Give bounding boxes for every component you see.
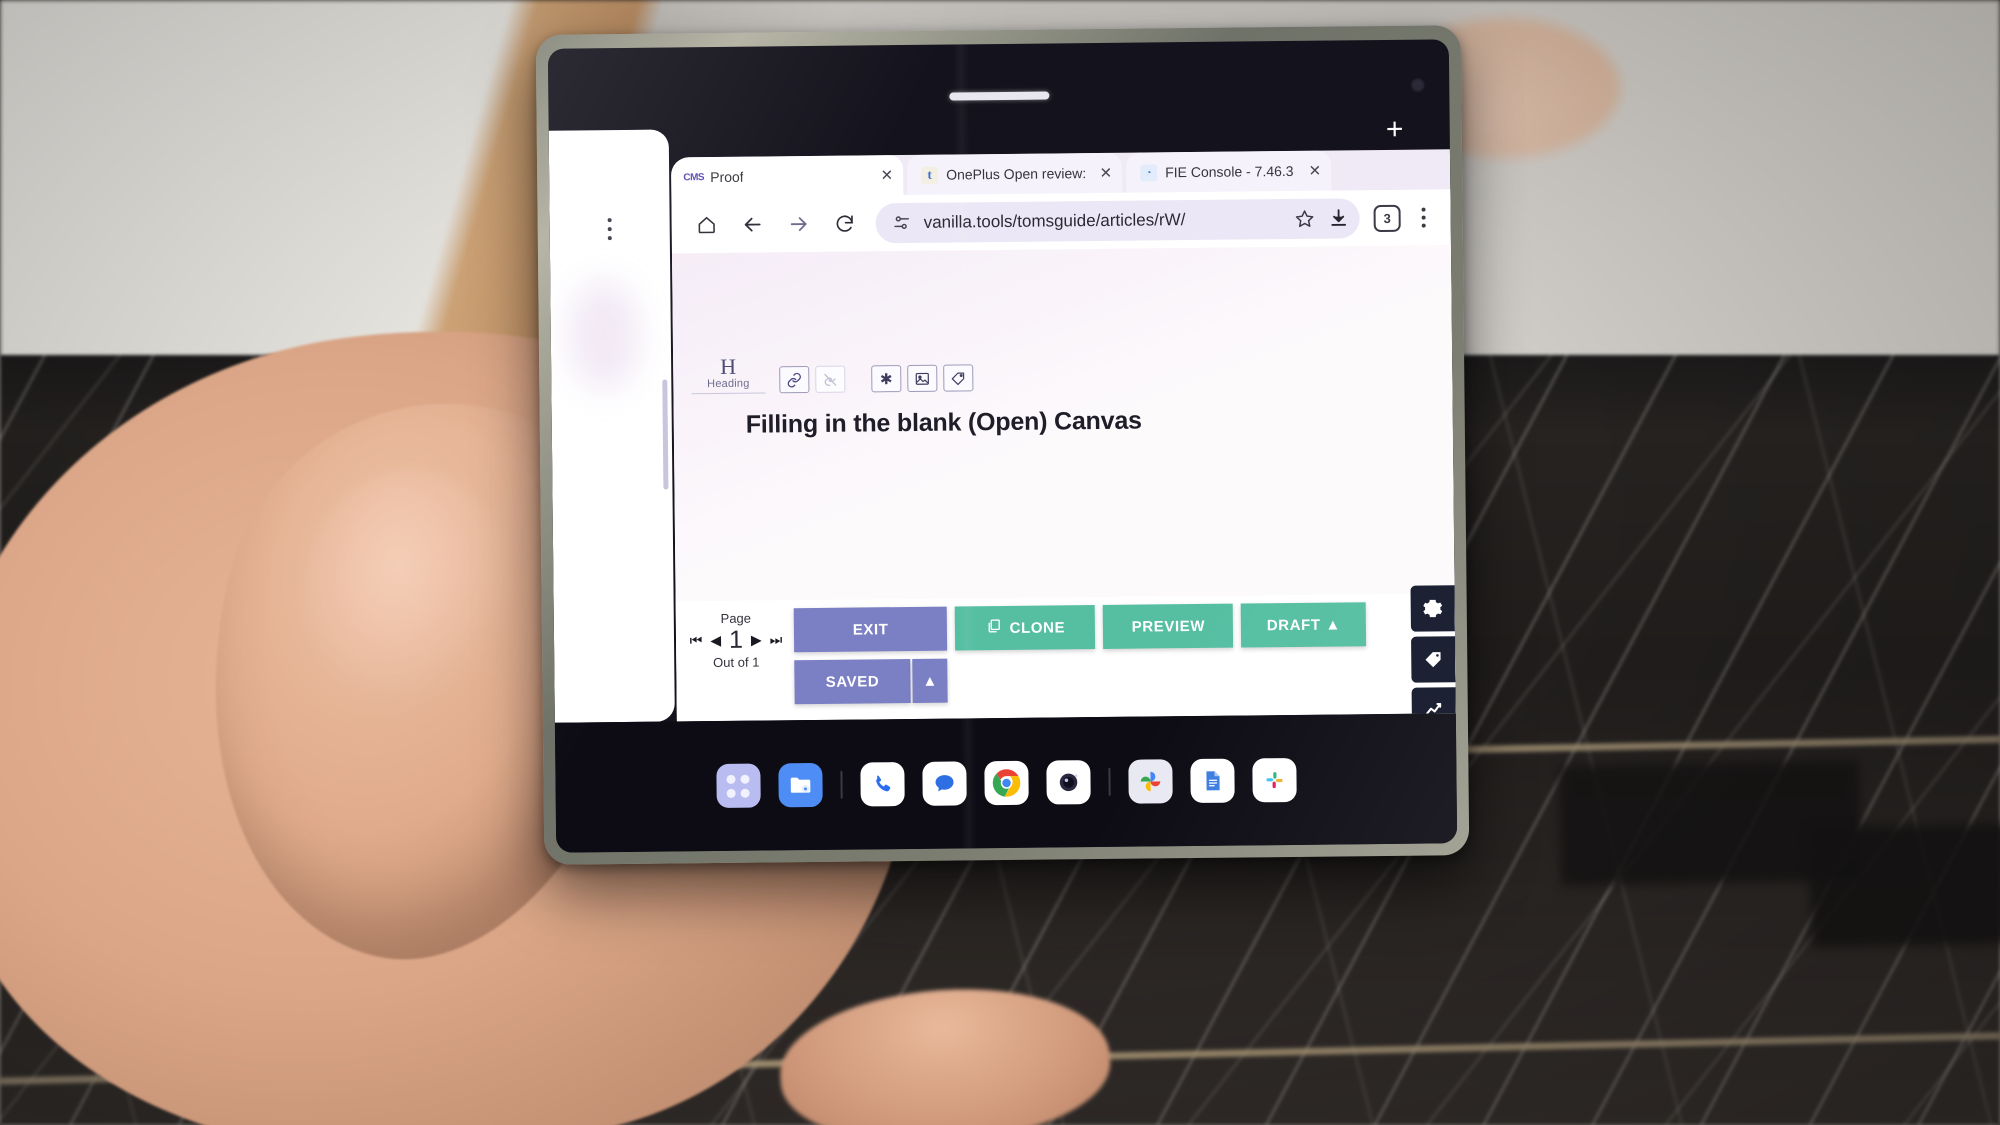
tag-icon[interactable] xyxy=(943,364,974,392)
split-screen-left-app[interactable] xyxy=(548,129,675,723)
front-camera-hole xyxy=(1410,77,1426,93)
page-navigator: Page ⏮ ◀ 1 ▶ ⏭ Out of 1 xyxy=(686,608,787,670)
taskbar-separator xyxy=(1107,767,1111,796)
fie-console-icon: ◔ xyxy=(1140,163,1158,182)
current-page-number[interactable]: 1 xyxy=(729,626,743,655)
tag-icon[interactable] xyxy=(1411,636,1456,683)
cms-icon: CMS xyxy=(683,171,705,183)
permissions-icon[interactable] xyxy=(892,213,912,233)
heading-label: Heading xyxy=(707,377,750,391)
heading-block-toolbar: H Heading ✱ xyxy=(691,352,974,395)
browser-menu-icon[interactable] xyxy=(1409,207,1439,228)
camera-icon[interactable] xyxy=(1045,760,1091,805)
url-text[interactable]: vanilla.tools/tomsguide/articles/rW/ xyxy=(924,209,1282,233)
heading-tool-group-insert: ✱ xyxy=(871,364,974,393)
page-total: Out of 1 xyxy=(713,654,760,671)
photos-icon[interactable] xyxy=(1127,759,1173,804)
close-icon[interactable]: ✕ xyxy=(1302,162,1321,180)
image-icon[interactable] xyxy=(907,364,938,393)
preview-button[interactable]: PREVIEW xyxy=(1103,603,1234,649)
app-drawer-icon[interactable] xyxy=(715,763,761,809)
cms-editor-page: H Heading ✱ Filling in the blank (Open) … xyxy=(671,245,1456,722)
phone-screen: + CMS Proof ✕ t OnePlus Open review: A ✕… xyxy=(547,39,1458,853)
settings-gear-icon[interactable] xyxy=(1410,585,1455,632)
star-icon[interactable] xyxy=(1294,208,1316,230)
files-icon[interactable] xyxy=(777,762,823,808)
reload-icon[interactable] xyxy=(821,200,867,246)
exit-save-column: EXIT SAVED ▲ xyxy=(793,606,949,705)
editor-action-bar: Page ⏮ ◀ 1 ▶ ⏭ Out of 1 EXIT SAVED ▲ CLO… xyxy=(675,593,1456,722)
editor-side-panel xyxy=(1410,585,1456,722)
foldable-phone: + CMS Proof ✕ t OnePlus Open review: A ✕… xyxy=(535,25,1470,865)
asterisk-icon[interactable]: ✱ xyxy=(871,365,902,393)
tab-title: Proof xyxy=(710,168,744,186)
chrome-icon[interactable] xyxy=(983,760,1029,806)
tab-oneplus-open-review[interactable]: t OnePlus Open review: A ✕ xyxy=(906,152,1123,195)
next-page-icon[interactable]: ▶ xyxy=(751,632,762,649)
draft-button[interactable]: DRAFT ▲ xyxy=(1241,602,1367,648)
left-app-background-tint xyxy=(568,279,640,391)
last-page-icon[interactable]: ⏭ xyxy=(770,631,783,648)
new-tab-button[interactable]: + xyxy=(1380,113,1410,146)
window-drag-handle[interactable] xyxy=(948,91,1049,101)
tab-title: OnePlus Open review: A xyxy=(946,165,1086,183)
first-page-icon[interactable]: ⏮ xyxy=(690,632,703,649)
copy-icon xyxy=(986,618,1002,638)
close-icon[interactable]: ✕ xyxy=(874,166,894,184)
tab-count-badge[interactable]: 3 xyxy=(1373,204,1401,232)
block-type-heading[interactable]: H Heading xyxy=(691,353,766,395)
tab-title: FIE Console - 7.46.3-1f9 xyxy=(1165,162,1295,181)
browser-toolbar: vanilla.tools/tomsguide/articles/rW/ 3 xyxy=(671,189,1451,254)
photo-scene: + CMS Proof ✕ t OnePlus Open review: A ✕… xyxy=(0,0,2000,1125)
messages-icon[interactable] xyxy=(921,761,967,806)
close-icon[interactable]: ✕ xyxy=(1093,164,1112,182)
chrome-browser-window: CMS Proof ✕ t OnePlus Open review: A ✕ ◔… xyxy=(670,149,1456,722)
article-headline[interactable]: Filling in the blank (Open) Canvas xyxy=(746,407,1142,440)
saved-caret-button[interactable]: ▲ xyxy=(912,658,949,703)
kebab-menu-icon[interactable] xyxy=(607,218,612,241)
tab-proof[interactable]: CMS Proof ✕ xyxy=(670,155,904,198)
heading-tool-group-link xyxy=(779,365,846,394)
heading-glyph: H xyxy=(720,353,737,379)
tomsguide-icon: t xyxy=(921,166,939,184)
back-arrow-icon[interactable] xyxy=(729,201,775,247)
home-icon[interactable] xyxy=(683,202,729,248)
taskbar-separator xyxy=(839,770,843,799)
link-icon[interactable] xyxy=(779,366,810,394)
clone-label: CLONE xyxy=(1009,618,1066,637)
docs-icon[interactable] xyxy=(1189,758,1235,804)
pager-label: Page xyxy=(720,610,752,626)
exit-button[interactable]: EXIT xyxy=(793,606,948,653)
phone-icon[interactable] xyxy=(859,762,905,807)
unlink-icon[interactable] xyxy=(815,365,846,394)
download-icon[interactable] xyxy=(1328,207,1350,229)
clone-button[interactable]: CLONE xyxy=(955,605,1096,651)
forward-arrow-icon[interactable] xyxy=(775,201,821,247)
scrollbar[interactable] xyxy=(662,379,669,490)
tab-fie-console[interactable]: ◔ FIE Console - 7.46.3-1f9 ✕ xyxy=(1125,150,1332,193)
address-bar[interactable]: vanilla.tools/tomsguide/articles/rW/ xyxy=(875,198,1360,244)
android-taskbar xyxy=(554,713,1458,853)
saved-button[interactable]: SAVED xyxy=(794,658,911,705)
slack-icon[interactable] xyxy=(1251,757,1297,803)
prev-page-icon[interactable]: ◀ xyxy=(710,632,721,649)
